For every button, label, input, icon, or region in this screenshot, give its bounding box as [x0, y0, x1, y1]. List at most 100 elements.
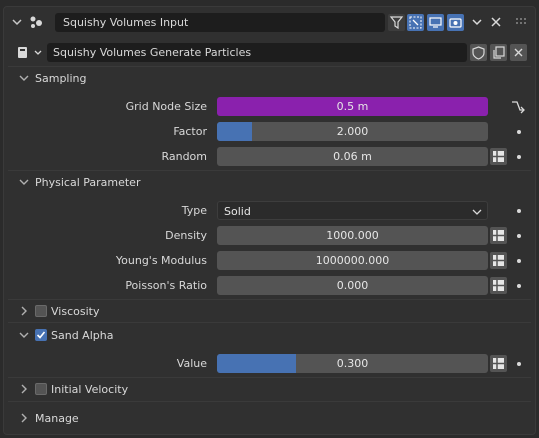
monitor-icon — [429, 17, 442, 28]
fake-user-button[interactable] — [470, 44, 487, 61]
separator — [8, 322, 531, 323]
grid-node-size-field[interactable]: 0.5 m — [217, 97, 488, 116]
section-header-sampling[interactable]: Sampling — [14, 70, 529, 86]
chevron-right-icon — [21, 384, 27, 394]
decorator-grid-icon — [493, 358, 504, 369]
render-toggle[interactable] — [447, 14, 464, 31]
decorator-button[interactable] — [490, 227, 507, 244]
decorator-button[interactable] — [490, 277, 507, 294]
separator — [8, 299, 531, 300]
section-title-sampling: Sampling — [35, 72, 87, 85]
separator — [8, 377, 531, 378]
node-title-text: Squishy Volumes Input — [63, 16, 189, 29]
decorator-button[interactable] — [490, 252, 507, 269]
unlink-button[interactable] — [510, 44, 527, 61]
panel-drag-handle[interactable] — [514, 16, 528, 28]
decorator-grid-icon — [493, 255, 504, 266]
chevron-down-icon — [34, 50, 42, 55]
driver-arrow-icon — [512, 101, 525, 114]
sand-value-label: Value — [176, 357, 207, 370]
factor-slider[interactable]: 2.000 — [217, 122, 488, 141]
header-menu-dropdown[interactable] — [470, 15, 484, 29]
factor-value: 2.000 — [336, 125, 369, 138]
section-header-viscosity[interactable]: Viscosity — [14, 303, 529, 319]
decorator-grid-icon — [493, 230, 504, 241]
decorator-button[interactable] — [490, 148, 507, 165]
section-title-manage: Manage — [35, 412, 79, 425]
copy-icon — [493, 46, 505, 59]
chevron-down-icon — [19, 179, 29, 185]
random-value: 0.06 m — [333, 150, 372, 163]
section-header-sand-alpha[interactable]: Sand Alpha — [14, 327, 529, 343]
viscosity-checkbox[interactable] — [35, 305, 47, 317]
animate-dot[interactable] — [517, 209, 521, 213]
animate-dot[interactable] — [517, 284, 521, 288]
duplicate-button[interactable] — [490, 44, 507, 61]
node-title-field[interactable]: Squishy Volumes Input — [55, 13, 385, 32]
section-title-physical: Physical Parameter — [35, 176, 141, 189]
separator — [8, 66, 531, 67]
filter-toggle[interactable] — [388, 14, 405, 31]
funnel-icon — [389, 16, 404, 30]
node-tree-name-text: Squishy Volumes Generate Particles — [53, 46, 252, 59]
initial-velocity-checkbox[interactable] — [35, 383, 47, 395]
collapse-toggle[interactable] — [11, 15, 23, 29]
node-icon — [28, 14, 45, 31]
section-header-physical[interactable]: Physical Parameter — [14, 174, 529, 190]
section-title-sand-alpha: Sand Alpha — [51, 329, 114, 342]
chevron-down-icon — [472, 19, 482, 26]
camera-icon — [449, 18, 462, 28]
driver-button[interactable] — [510, 98, 526, 114]
section-header-manage[interactable]: Manage — [14, 410, 529, 426]
grid-node-size-value: 0.5 m — [336, 100, 369, 113]
type-value: Solid — [224, 205, 251, 218]
type-dropdown[interactable]: Solid — [217, 201, 488, 220]
type-label: Type — [181, 204, 207, 217]
chevron-down-icon — [12, 19, 22, 26]
random-label: Random — [161, 150, 207, 163]
sand-alpha-checkbox[interactable] — [35, 329, 47, 341]
close-button[interactable] — [489, 15, 503, 29]
chevron-down-icon — [472, 209, 482, 215]
animate-dot[interactable] — [517, 130, 521, 134]
close-icon — [514, 48, 523, 57]
node-tree-selector[interactable] — [17, 44, 45, 61]
poissons-ratio-label: Poisson's Ratio — [125, 279, 207, 292]
viewport-toggle[interactable] — [427, 14, 444, 31]
youngs-modulus-value: 1000000.000 — [315, 254, 390, 267]
section-header-initial-velocity[interactable]: Initial Velocity — [14, 381, 529, 397]
separator — [8, 401, 531, 402]
checkmark-icon — [36, 331, 46, 339]
factor-label: Factor — [173, 125, 207, 138]
poissons-ratio-field[interactable]: 0.000 — [217, 276, 488, 295]
sand-value-slider[interactable]: 0.300 — [217, 354, 488, 373]
chevron-right-icon — [21, 413, 27, 423]
select-toggle[interactable] — [407, 14, 424, 31]
separator — [8, 170, 531, 171]
decorator-button[interactable] — [490, 355, 507, 372]
grid-node-size-label: Grid Node Size — [125, 100, 207, 113]
close-icon — [491, 17, 501, 27]
youngs-modulus-field[interactable]: 1000000.000 — [217, 251, 488, 270]
chevron-down-icon — [19, 75, 29, 81]
density-value: 1000.000 — [326, 229, 379, 242]
poissons-ratio-value: 0.000 — [336, 279, 369, 292]
random-field[interactable]: 0.06 m — [217, 147, 488, 166]
animate-dot[interactable] — [517, 259, 521, 263]
section-title-viscosity: Viscosity — [51, 305, 100, 318]
chevron-right-icon — [21, 306, 27, 316]
density-label: Density — [165, 229, 207, 242]
sand-value-value: 0.300 — [336, 357, 369, 370]
animate-dot[interactable] — [517, 362, 521, 366]
chevron-down-icon — [19, 332, 29, 338]
section-title-initial-velocity: Initial Velocity — [51, 383, 129, 396]
density-field[interactable]: 1000.000 — [217, 226, 488, 245]
shield-icon — [472, 46, 485, 60]
youngs-modulus-label: Young's Modulus — [115, 254, 207, 267]
decorator-grid-icon — [493, 151, 504, 162]
arrow-select-icon — [409, 16, 422, 29]
animate-dot[interactable] — [517, 155, 521, 159]
node-tree-name-field[interactable]: Squishy Volumes Generate Particles — [47, 43, 467, 62]
animate-dot[interactable] — [517, 234, 521, 238]
decorator-grid-icon — [493, 280, 504, 291]
